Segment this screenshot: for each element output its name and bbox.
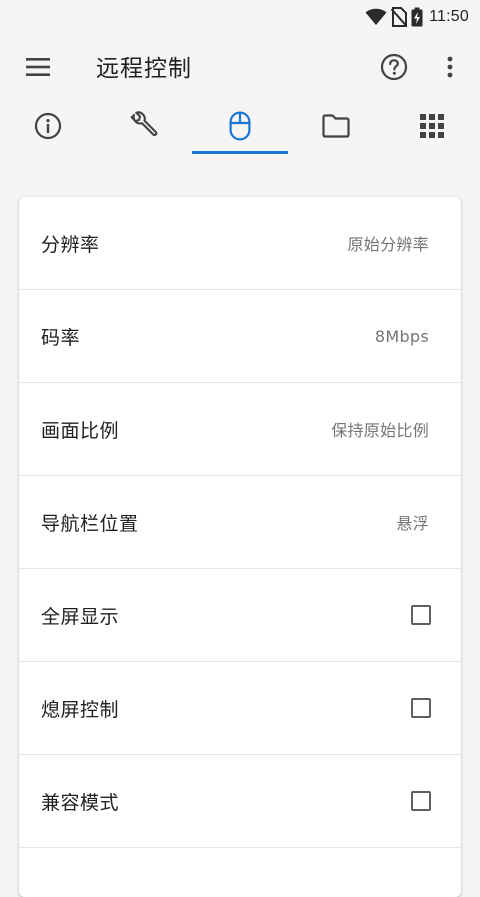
setting-label: 兼容模式 [41,791,120,814]
apps-grid-icon [420,114,444,142]
menu-button[interactable] [16,47,60,91]
setting-aspect-ratio[interactable]: 画面比例 保持原始比例 [19,383,461,476]
help-button[interactable] [372,47,416,91]
setting-value: 8Mbps [374,326,429,346]
setting-label: 分辨率 [41,233,100,256]
setting-resolution[interactable]: 分辨率 原始分辨率 [19,197,461,290]
setting-screen-off-control[interactable]: 熄屏控制 [19,662,461,755]
tab-tools[interactable] [96,100,192,156]
info-icon [34,112,62,144]
settings-card: 分辨率 原始分辨率 码率 8Mbps 画面比例 保持原始比例 导航栏位置 悬浮 … [19,197,461,897]
setting-navbar-position[interactable]: 导航栏位置 悬浮 [19,476,461,569]
setting-label: 全屏显示 [41,605,120,628]
more-vert-icon [447,56,453,82]
setting-label: 熄屏控制 [41,698,120,721]
tab-indicator [192,151,288,154]
setting-value: 悬浮 [396,514,429,533]
setting-value: 保持原始比例 [331,421,429,440]
setting-fullscreen[interactable]: 全屏显示 [19,569,461,662]
compatibility-mode-checkbox[interactable] [411,791,431,811]
wrench-icon [129,111,159,145]
page-title: 远程控制 [96,56,192,82]
no-sim-icon [391,6,408,27]
tab-info[interactable] [0,100,96,156]
setting-bitrate[interactable]: 码率 8Mbps [19,290,461,383]
fullscreen-checkbox[interactable] [411,605,431,625]
app-bar: 远程控制 [0,33,480,105]
more-options-button[interactable] [430,47,470,91]
wifi-icon [365,8,387,26]
setting-compatibility-mode[interactable]: 兼容模式 [19,755,461,848]
menu-icon [26,58,50,80]
setting-label: 导航栏位置 [41,512,139,535]
screen-off-control-checkbox[interactable] [411,698,431,718]
setting-label: 画面比例 [41,419,120,442]
tab-remote-control[interactable] [192,100,288,156]
mouse-icon [229,111,251,145]
status-time: 11:50 [429,7,469,25]
status-bar: 11:50 [0,0,480,33]
tab-bar [0,100,480,156]
setting-label: 码率 [41,326,81,349]
battery-charging-icon [411,7,423,27]
folder-icon [322,114,350,142]
help-icon [380,53,408,85]
tab-files[interactable] [288,100,384,156]
setting-value: 原始分辨率 [347,235,429,254]
tab-apps[interactable] [384,100,480,156]
